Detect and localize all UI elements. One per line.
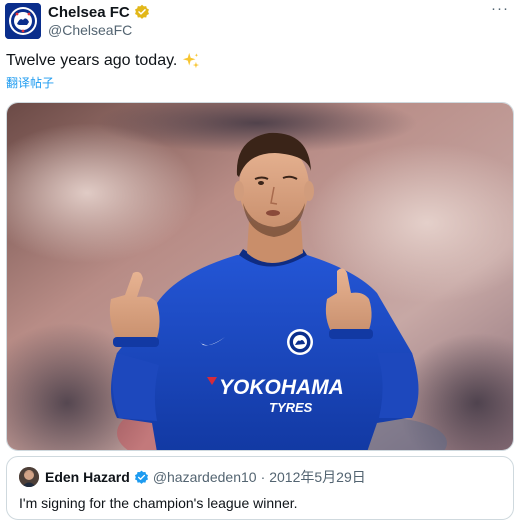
- quoted-author-avatar[interactable]: [19, 467, 39, 487]
- quoted-date[interactable]: 2012年5月29日: [269, 467, 366, 487]
- blue-verified-badge-icon: [134, 470, 149, 485]
- quoted-author-row: Eden Hazard @hazardeden10 · 2012年5月29日: [45, 468, 366, 486]
- post-header: Chelsea FC @ChelseaFC ···: [0, 0, 520, 44]
- author-name-row: Chelsea FC: [48, 2, 150, 22]
- gold-verified-badge-icon[interactable]: [134, 4, 150, 20]
- quoted-handle: @hazardeden10: [152, 469, 257, 485]
- author-handle[interactable]: @ChelseaFC: [48, 22, 132, 38]
- sparkles-icon: [182, 52, 200, 70]
- sponsor-text: YOKOHAMA: [219, 376, 344, 399]
- post-media-photo[interactable]: YOKOHAMA TYRES: [6, 102, 514, 451]
- translate-post-link[interactable]: 翻译帖子: [6, 74, 54, 91]
- author-display-name[interactable]: Chelsea FC: [48, 4, 130, 21]
- chelsea-avatar[interactable]: [5, 3, 41, 39]
- sponsor-subtext: TYRES: [269, 400, 313, 415]
- more-options-icon[interactable]: ···: [490, 1, 510, 22]
- quoted-display-name[interactable]: Eden Hazard: [45, 469, 130, 485]
- post-text: Twelve years ago today.: [6, 52, 178, 69]
- post-text-row: Twelve years ago today.: [6, 52, 200, 70]
- quoted-post-card[interactable]: Eden Hazard @hazardeden10 · 2012年5月29日 I…: [6, 456, 514, 520]
- quoted-post-text: I'm signing for the champion's league wi…: [19, 495, 298, 511]
- quoted-separator: ·: [260, 469, 266, 485]
